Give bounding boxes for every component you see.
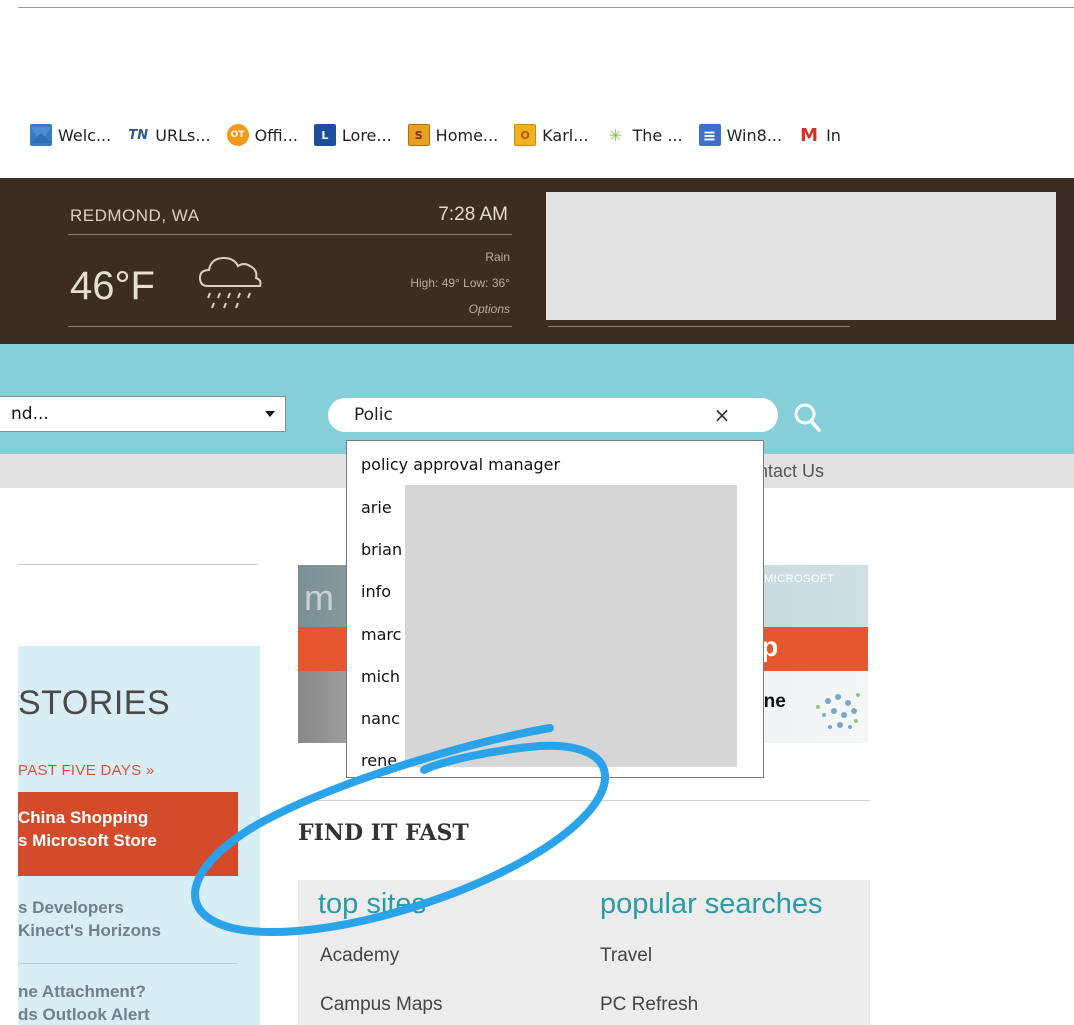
tn-icon: TN	[127, 124, 150, 146]
s-icon: S	[407, 124, 430, 146]
gmail-icon: M	[798, 124, 821, 146]
search-query: Polic	[354, 405, 393, 425]
top-site-link[interactable]: Campus Maps	[320, 994, 443, 1016]
search-scope-value: nd...	[11, 404, 49, 424]
popular-search-link[interactable]: PC Refresh	[600, 994, 698, 1016]
nav-contact-us[interactable]: ntact Us	[758, 461, 824, 482]
story-line: ds Outlook Alert	[18, 1005, 150, 1024]
bookmark-label: The ...	[632, 125, 683, 145]
bookmark-welcome[interactable]: Welc...	[30, 124, 111, 146]
weather-divider	[68, 326, 512, 327]
story-line: Kinect's Horizons	[18, 921, 161, 940]
sparkle-icon: ✳	[608, 125, 623, 145]
welcome-icon	[30, 124, 52, 146]
story-divider	[18, 963, 238, 964]
search-scope-select[interactable]: nd...	[0, 396, 286, 432]
bookmark-label: Win8...	[726, 125, 783, 145]
stories-past-link[interactable]: PAST FIVE DAYS »	[18, 762, 155, 779]
redacted-region	[405, 485, 737, 767]
l-icon: L	[313, 124, 336, 146]
story-line: China Shopping	[18, 808, 149, 827]
suggestion-item[interactable]: arie	[361, 498, 392, 517]
promo-brand: MICROSOFT	[764, 573, 835, 585]
bookmark-urls[interactable]: TN URLs...	[127, 124, 211, 146]
weather-options-link[interactable]: Options	[0, 302, 510, 316]
redacted-region	[546, 192, 1056, 320]
story-line: s Developers	[18, 898, 124, 917]
bookmark-label: Offi...	[254, 125, 298, 145]
suggestion-item[interactable]: nanc	[361, 709, 400, 728]
search-band: nd... Polic ×	[0, 344, 1074, 454]
section-divider	[298, 800, 870, 801]
top-sites-heading: top sites	[318, 888, 426, 920]
popular-searches-heading: popular searches	[600, 888, 823, 920]
bookmark-the[interactable]: ✳ The ...	[604, 124, 683, 146]
suggestion-item[interactable]: policy approval manager	[361, 455, 560, 474]
bookmarks-bar: Welc... TN URLs... OT Offi... L Lore... …	[0, 120, 1074, 150]
ot-icon: OT	[226, 124, 249, 146]
weather-condition: Rain	[485, 250, 510, 264]
section-divider	[18, 564, 258, 565]
header-divider	[548, 326, 850, 327]
document-icon: ≡	[698, 124, 721, 146]
search-icon[interactable]	[790, 400, 824, 434]
bookmark-office[interactable]: OT Offi...	[226, 124, 298, 146]
find-it-fast-title: FIND IT FAST	[298, 820, 469, 846]
stories-title: STORIES	[18, 684, 171, 722]
close-icon[interactable]: ×	[710, 400, 734, 430]
bookmark-lore[interactable]: L Lore...	[313, 124, 392, 146]
bookmark-label: Home...	[435, 125, 499, 145]
bookmark-label: In	[826, 125, 841, 145]
story-link[interactable]: s Developers Kinect's Horizons	[18, 896, 161, 942]
suggestion-item[interactable]: info	[361, 582, 391, 601]
suggestion-item[interactable]: mich	[361, 667, 400, 686]
bookmark-label: URLs...	[155, 125, 211, 145]
promo-logo: m	[304, 577, 334, 618]
weather-high-low: High: 49° Low: 36°	[410, 276, 510, 290]
outlook-icon: O	[514, 124, 537, 146]
weather-divider	[68, 234, 512, 235]
bookmark-win8[interactable]: ≡ Win8...	[698, 124, 783, 146]
suggestion-item[interactable]: marc	[361, 625, 401, 644]
bookmark-label: Lore...	[341, 125, 392, 145]
popular-search-link[interactable]: Travel	[600, 945, 652, 967]
window-top-border	[18, 7, 1074, 8]
bookmark-label: Karl...	[542, 125, 589, 145]
story-line: ne Attachment?	[18, 982, 146, 1001]
bookmark-label: Welc...	[58, 125, 112, 145]
weather-time: 7:28 AM	[438, 204, 508, 225]
suggestion-item[interactable]: rene	[361, 751, 397, 770]
chevron-down-icon	[265, 411, 275, 417]
bookmark-home[interactable]: S Home...	[407, 124, 499, 146]
dots-graphic-icon	[816, 693, 860, 729]
bookmark-inbox[interactable]: M In	[798, 124, 841, 146]
story-link[interactable]: ne Attachment? ds Outlook Alert	[18, 980, 150, 1025]
top-site-link[interactable]: Academy	[320, 945, 399, 967]
suggestion-item[interactable]: brian	[361, 540, 402, 559]
search-suggestions: policy approval manager arie brian info …	[346, 440, 764, 778]
story-line: s Microsoft Store	[18, 831, 157, 850]
story-headline[interactable]: China Shopping s Microsoft Store	[18, 806, 157, 852]
weather-header: REDMOND, WA 7:28 AM 46°F Rain High: 49° …	[0, 178, 1074, 344]
bookmark-karl[interactable]: O Karl...	[514, 124, 588, 146]
